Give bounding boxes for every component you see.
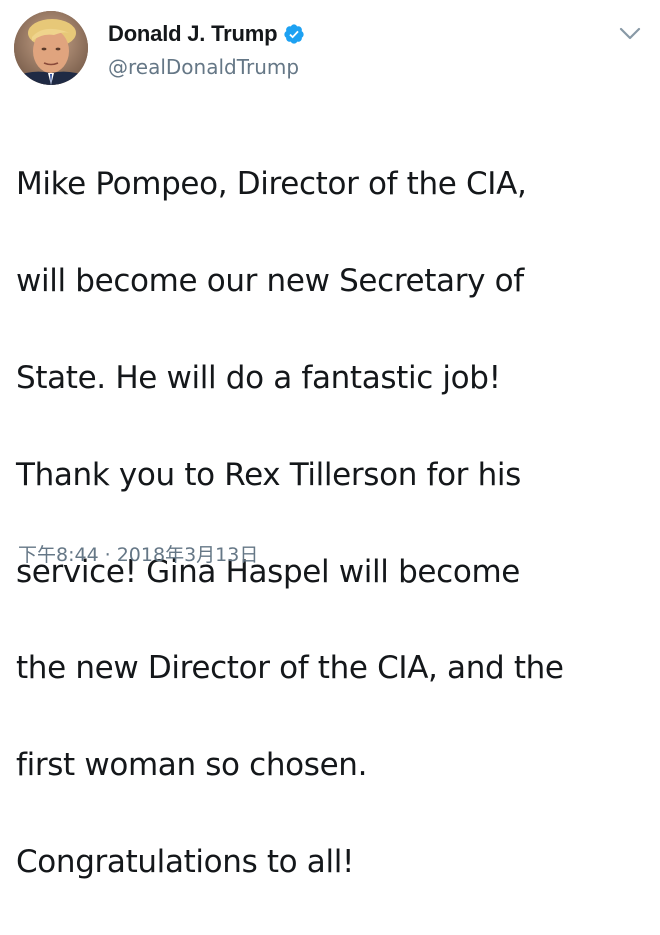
tweet-time: 下午8:44 [18, 544, 99, 566]
tweet-text-line: Mike Pompeo, Director of the CIA, [16, 166, 527, 203]
author-name-row: Donald J. Trump [108, 20, 305, 48]
profile-photo [14, 11, 88, 85]
tweet-text: Mike Pompeo, Director of the CIA, will b… [16, 112, 646, 935]
author-display-name[interactable]: Donald J. Trump [108, 20, 278, 48]
timestamp-separator: · [104, 544, 111, 566]
tweet-text-line: State. He will do a fantastic job! [16, 360, 501, 397]
tweet-text-line: first woman so chosen. [16, 747, 368, 784]
verified-badge-icon [283, 23, 305, 45]
tweet-text-line: the new Director of the CIA, and the [16, 650, 564, 687]
chevron-down-icon[interactable] [616, 22, 644, 44]
tweet-date: 2018年3月13日 [116, 544, 259, 566]
tweet-timestamp[interactable]: 下午8:44 · 2018年3月13日 [18, 543, 258, 567]
tweet-text-line: Congratulations to all! [16, 844, 355, 881]
tweet-card: Donald J. Trump @realDonaldTrump Mike Po… [0, 0, 660, 880]
author-handle[interactable]: @realDonaldTrump [108, 54, 299, 80]
tweet-text-line: will become our new Secretary of [16, 263, 524, 300]
avatar[interactable] [14, 11, 88, 85]
tweet-text-line: Thank you to Rex Tillerson for his [16, 456, 521, 493]
